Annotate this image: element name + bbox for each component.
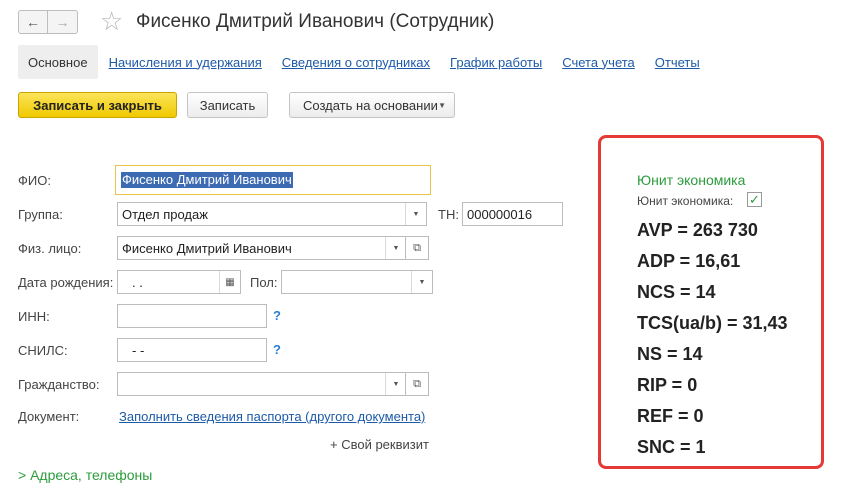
snils-help-icon[interactable]: ? <box>273 342 281 357</box>
chevron-down-icon: ▼ <box>438 100 446 110</box>
group-select[interactable]: Отдел продаж ▼ <box>117 202 427 226</box>
arrow-right-icon: → <box>55 14 70 30</box>
open-citizenship-button[interactable]: ⧉ <box>405 372 429 396</box>
tab-schedule[interactable]: График работы <box>450 55 542 70</box>
metric-ref: REF = 0 <box>637 406 704 426</box>
unit-economics-checkbox-label: Юнит экономика: <box>637 194 734 208</box>
tab-accruals[interactable]: Начисления и удержания <box>109 55 262 70</box>
metric-snc: SNC = 1 <box>637 437 706 457</box>
chevron-down-icon[interactable]: ▼ <box>405 203 426 225</box>
unit-economics-title: Юнит экономика <box>637 172 746 188</box>
group-value: Отдел продаж <box>122 206 208 222</box>
metric-tcs: TCS(ua/b) = 31,43 <box>637 313 788 333</box>
unit-economics-panel: Юнит экономика Юнит экономика: ✓ AVP = 2… <box>598 135 824 469</box>
chevron-down-icon[interactable]: ▼ <box>411 271 432 293</box>
arrow-left-icon: ← <box>26 14 40 30</box>
add-requisite-link[interactable]: + Свой реквизит <box>330 437 429 452</box>
save-button[interactable]: Записать <box>187 92 268 118</box>
tab-accounts[interactable]: Счета учета <box>562 55 635 70</box>
unit-economics-checkbox[interactable]: ✓ <box>747 192 762 207</box>
fio-label: ФИО: <box>18 173 51 188</box>
person-value: Фисенко Дмитрий Иванович <box>122 240 292 256</box>
calendar-icon[interactable]: ▦ <box>219 271 240 293</box>
group-label: Группа: <box>18 207 63 222</box>
forward-button[interactable]: → <box>48 10 78 34</box>
snils-input[interactable]: - - <box>117 338 267 362</box>
addresses-phones-section[interactable]: > Адреса, телефоны <box>18 467 152 483</box>
metric-ncs: NCS = 14 <box>637 282 716 302</box>
tn-input[interactable]: 000000016 <box>462 202 563 226</box>
gender-label: Пол: <box>250 275 278 290</box>
tn-value: 000000016 <box>467 206 533 222</box>
fio-value: Фисенко Дмитрий Иванович <box>121 172 293 188</box>
birth-date-value: . . <box>132 274 143 290</box>
inn-label: ИНН: <box>18 309 50 324</box>
citizenship-select[interactable]: ▼ <box>117 372 407 396</box>
person-select[interactable]: Фисенко Дмитрий Иванович ▼ <box>117 236 407 260</box>
birth-date-input[interactable]: . . ▦ <box>117 270 241 294</box>
favorite-star-icon[interactable]: ☆ <box>100 6 123 36</box>
chevron-down-icon[interactable]: ▼ <box>385 237 406 259</box>
inn-input[interactable] <box>117 304 267 328</box>
open-person-button[interactable]: ⧉ <box>405 236 429 260</box>
metric-ns: NS = 14 <box>637 344 703 364</box>
chevron-down-icon[interactable]: ▼ <box>385 373 406 395</box>
tab-bar: Основное Начисления и удержания Сведения… <box>18 45 700 79</box>
citizenship-label: Гражданство: <box>18 377 100 392</box>
fill-passport-link[interactable]: Заполнить сведения паспорта (другого док… <box>119 409 425 424</box>
back-button[interactable]: ← <box>18 10 48 34</box>
tab-main[interactable]: Основное <box>18 45 98 79</box>
snils-value: - - <box>132 342 145 358</box>
birth-date-label: Дата рождения: <box>18 275 114 290</box>
gender-select[interactable]: ▼ <box>281 270 433 294</box>
open-icon: ⧉ <box>413 377 421 390</box>
person-label: Физ. лицо: <box>18 241 82 256</box>
fio-input[interactable]: Фисенко Дмитрий Иванович <box>115 165 431 195</box>
metric-adp: ADP = 16,61 <box>637 251 741 271</box>
tn-label: ТН: <box>438 207 459 222</box>
create-based-on-label: Создать на основании <box>303 97 438 113</box>
snils-label: СНИЛС: <box>18 343 68 358</box>
open-icon: ⧉ <box>413 241 421 254</box>
document-label: Документ: <box>18 409 80 424</box>
metric-avp: AVP = 263 730 <box>637 220 758 240</box>
page-title: Фисенко Дмитрий Иванович (Сотрудник) <box>136 11 495 32</box>
inn-help-icon[interactable]: ? <box>273 308 281 323</box>
create-based-on-button[interactable]: Создать на основании ▼ <box>289 92 455 118</box>
save-and-close-button[interactable]: Записать и закрыть <box>18 92 177 118</box>
check-icon: ✓ <box>749 191 760 207</box>
tab-employee-info[interactable]: Сведения о сотрудниках <box>282 55 430 70</box>
metric-rip: RIP = 0 <box>637 375 698 395</box>
tab-reports[interactable]: Отчеты <box>655 55 700 70</box>
